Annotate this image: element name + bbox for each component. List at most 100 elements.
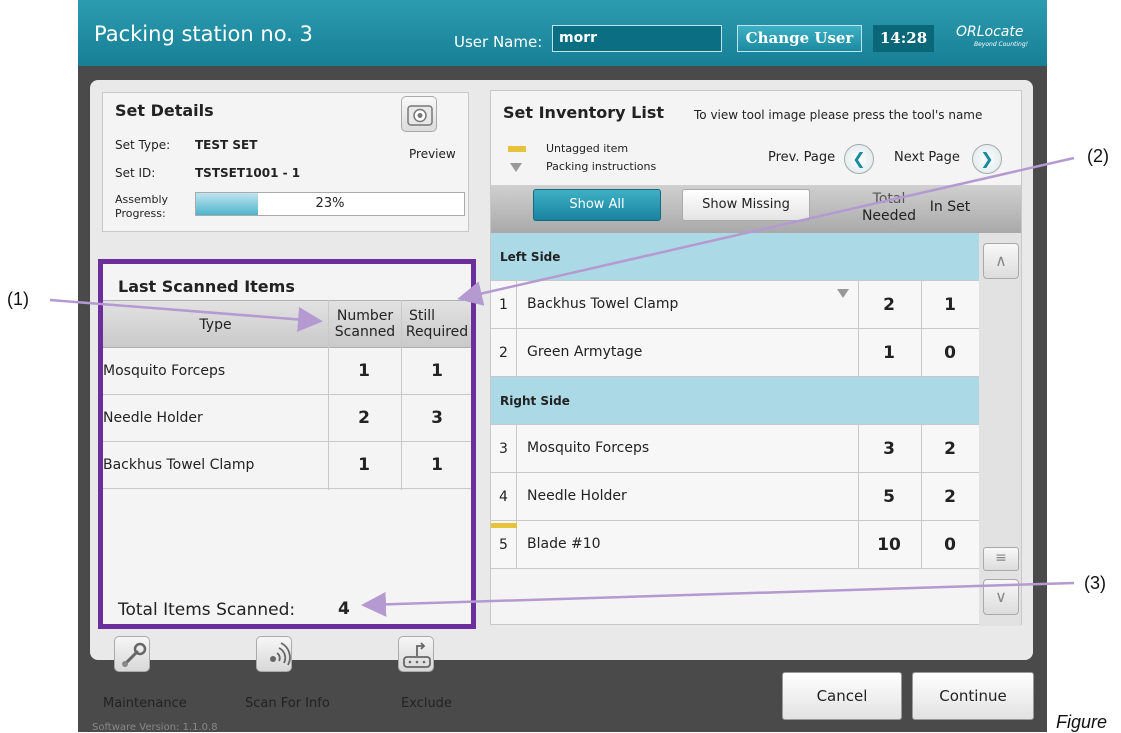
set-inventory-panel: Set Inventory List To view tool image pl… bbox=[490, 90, 1022, 626]
col-total-needed-header-1: Total bbox=[872, 191, 906, 207]
orlocate-logo: ORLocate bbox=[956, 24, 1024, 40]
change-user-button[interactable]: Change User bbox=[737, 25, 862, 52]
next-page-label: Next Page bbox=[894, 150, 960, 165]
maintenance-button[interactable] bbox=[114, 636, 150, 672]
col-still-required-header-1: Still bbox=[408, 308, 436, 324]
col-still-required-header-2: Required bbox=[405, 324, 469, 340]
item-name[interactable]: Needle Holder bbox=[527, 488, 627, 504]
list-item[interactable]: 2 Green Armytage 1 0 bbox=[491, 329, 979, 377]
chevron-up-icon: ∧ bbox=[995, 251, 1007, 270]
item-index: 4 bbox=[491, 473, 517, 521]
item-in-set: 0 bbox=[944, 343, 956, 363]
section-label: Right Side bbox=[500, 394, 570, 408]
user-name-input[interactable]: morr bbox=[552, 25, 722, 52]
next-page-button[interactable]: ❯ bbox=[972, 144, 1002, 174]
set-details-title: Set Details bbox=[115, 101, 214, 120]
scroll-down-button[interactable]: ∨ bbox=[983, 579, 1019, 615]
row-number-scanned: 1 bbox=[358, 455, 370, 475]
list-item[interactable]: 5 Blade #10 10 0 bbox=[491, 521, 979, 569]
scroll-up-button[interactable]: ∧ bbox=[983, 243, 1019, 279]
inventory-hint: To view tool image please press the tool… bbox=[694, 108, 983, 122]
callout-1-label: (1) bbox=[7, 289, 29, 309]
chevron-right-icon: ❯ bbox=[980, 149, 994, 168]
grip-icon: ≡ bbox=[995, 550, 1007, 566]
clock-display: 14:28 bbox=[873, 25, 934, 52]
item-in-set: 1 bbox=[944, 295, 956, 315]
scan-for-info-button[interactable] bbox=[256, 636, 292, 672]
chevron-down-icon: ∨ bbox=[995, 587, 1007, 606]
item-name[interactable]: Blade #10 bbox=[527, 536, 601, 552]
col-total-needed-header-2: Needed bbox=[861, 208, 917, 224]
assembly-progress-label-1: Assembly bbox=[115, 193, 169, 206]
show-all-button[interactable]: Show All bbox=[533, 189, 661, 221]
figure-caption: Figure bbox=[1056, 712, 1108, 732]
col-number-scanned-header-1: Number bbox=[336, 308, 394, 324]
set-type-label: Set Type: bbox=[115, 138, 171, 152]
total-items-scanned-value: 4 bbox=[338, 599, 350, 619]
list-item[interactable]: 1 Backhus Towel Clamp 2 1 bbox=[491, 281, 979, 329]
table-row[interactable]: Mosquito Forceps 1 1 bbox=[103, 348, 471, 395]
preview-button[interactable] bbox=[401, 96, 437, 132]
last-scanned-header: Type Number Scanned Still Required bbox=[103, 300, 471, 348]
row-still-required: 3 bbox=[431, 408, 443, 428]
untagged-swatch bbox=[508, 146, 526, 152]
row-still-required: 1 bbox=[431, 361, 443, 381]
scrollbar-thumb[interactable]: ≡ bbox=[983, 547, 1019, 571]
table-row[interactable]: Backhus Towel Clamp 1 1 bbox=[103, 442, 471, 489]
section-label: Left Side bbox=[500, 250, 561, 264]
user-name-label: User Name: bbox=[454, 33, 543, 51]
continue-button[interactable]: Continue bbox=[912, 672, 1034, 720]
row-type: Mosquito Forceps bbox=[103, 363, 226, 379]
item-total-needed: 10 bbox=[877, 535, 901, 555]
row-number-scanned: 2 bbox=[358, 408, 370, 428]
prev-page-label: Prev. Page bbox=[768, 150, 836, 165]
scan-for-info-label: Scan For Info bbox=[245, 696, 330, 711]
progress-text: 23% bbox=[315, 196, 345, 211]
cancel-button[interactable]: Cancel bbox=[782, 672, 902, 720]
set-type-value: TEST SET bbox=[195, 138, 258, 152]
preview-label: Preview bbox=[409, 147, 456, 161]
table-row[interactable]: Needle Holder 2 3 bbox=[103, 395, 471, 442]
exclude-label: Exclude bbox=[401, 696, 452, 711]
exclude-tray-icon bbox=[403, 642, 431, 668]
callout-3-label: (3) bbox=[1084, 573, 1106, 593]
item-name[interactable]: Backhus Towel Clamp bbox=[527, 296, 678, 312]
item-total-needed: 2 bbox=[883, 295, 895, 315]
packing-instructions-icon bbox=[510, 163, 522, 172]
total-items-scanned-label: Total Items Scanned: bbox=[118, 600, 296, 620]
legend-packing-instructions-label: Packing instructions bbox=[546, 160, 657, 173]
item-in-set: 2 bbox=[944, 439, 956, 459]
col-number-scanned-header-2: Scanned bbox=[334, 324, 396, 340]
packing-station-app: Packing station no. 3 User Name: morr Ch… bbox=[78, 0, 1047, 733]
assembly-progress-label-2: Progress: bbox=[115, 207, 166, 220]
item-total-needed: 5 bbox=[883, 487, 895, 507]
set-id-value: TSTSET1001 - 1 bbox=[195, 166, 301, 180]
prev-page-button[interactable]: ❮ bbox=[844, 144, 874, 174]
section-left-side: Left Side bbox=[491, 233, 979, 281]
callout-2-label: (2) bbox=[1087, 146, 1109, 166]
item-name[interactable]: Mosquito Forceps bbox=[527, 440, 649, 456]
chevron-left-icon: ❮ bbox=[852, 149, 866, 168]
assembly-progress-bar: 23% bbox=[195, 192, 465, 216]
show-missing-button[interactable]: Show Missing bbox=[682, 189, 810, 221]
untagged-item-marker bbox=[491, 523, 517, 528]
maintenance-label: Maintenance bbox=[103, 696, 187, 711]
packing-instructions-icon[interactable] bbox=[837, 289, 849, 298]
exclude-button[interactable] bbox=[398, 636, 434, 672]
item-in-set: 0 bbox=[944, 535, 956, 555]
item-index: 1 bbox=[491, 281, 517, 329]
item-name[interactable]: Green Armytage bbox=[527, 344, 642, 360]
last-scanned-title: Last Scanned Items bbox=[118, 277, 295, 296]
row-type: Needle Holder bbox=[103, 410, 203, 426]
legend-untagged-label: Untagged item bbox=[546, 142, 629, 155]
item-index: 2 bbox=[491, 329, 517, 377]
camera-icon bbox=[407, 105, 433, 126]
item-total-needed: 1 bbox=[883, 343, 895, 363]
set-details-panel: Set Details Set Type: TEST SET Set ID: T… bbox=[102, 92, 469, 232]
software-version: Software Version: 1.1.0.8 bbox=[92, 722, 218, 733]
row-type: Backhus Towel Clamp bbox=[103, 457, 255, 473]
list-item[interactable]: 3 Mosquito Forceps 3 2 bbox=[491, 425, 979, 473]
list-item[interactable]: 4 Needle Holder 5 2 bbox=[491, 473, 979, 521]
item-in-set: 2 bbox=[944, 487, 956, 507]
col-type-header: Type bbox=[199, 317, 232, 333]
